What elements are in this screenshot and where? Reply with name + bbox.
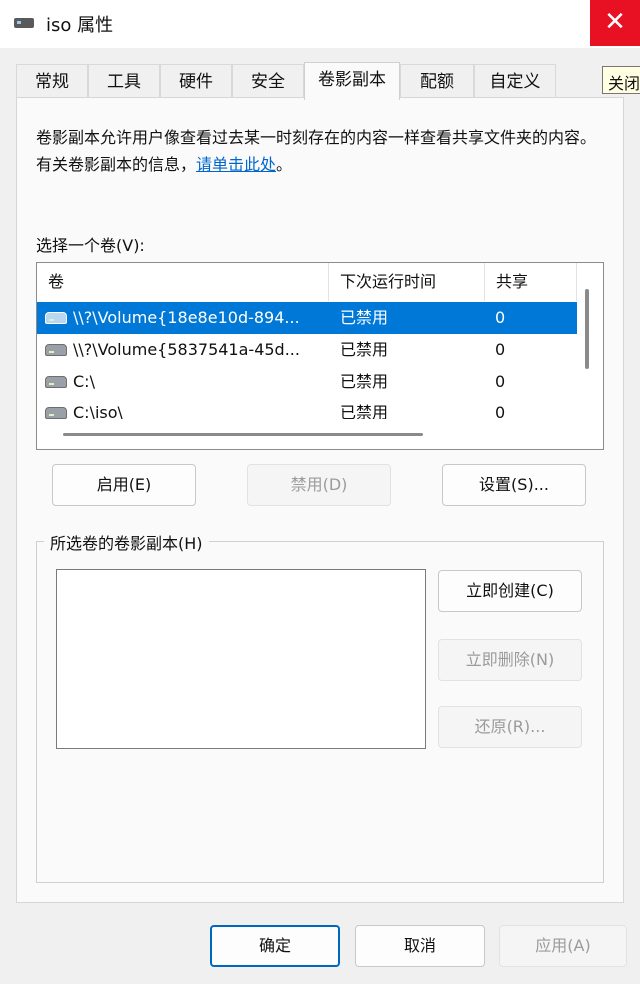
volume-row[interactable]: \\?\Volume{18e8e10d-894... 已禁用 0 [37, 302, 577, 334]
horizontal-scrollbar[interactable] [63, 433, 423, 436]
volume-row[interactable]: \\?\Volume{5837541a-45d... 已禁用 0 [37, 334, 577, 366]
vertical-scrollbar[interactable] [585, 289, 589, 369]
enable-button[interactable]: 启用(E) [52, 464, 196, 506]
ok-button[interactable]: 确定 [210, 925, 340, 967]
volume-name: C:\iso\ [73, 403, 123, 419]
tab-customize[interactable]: 自定义 [474, 64, 556, 98]
revert-button[interactable]: 还原(R)... [438, 706, 582, 748]
tab-hardware[interactable]: 硬件 [160, 64, 232, 98]
cancel-button[interactable]: 取消 [355, 925, 485, 967]
next-run-time: 已禁用 [340, 403, 389, 419]
drive-icon [45, 312, 67, 324]
description: 卷影副本允许用户像查看过去某一时刻存在的内容一样查看共享文件夹的内容。有关卷影副… [36, 124, 606, 178]
volume-name: C:\ [73, 372, 95, 391]
disable-button[interactable]: 禁用(D) [247, 464, 391, 506]
column-header-volume[interactable]: 卷 [37, 263, 329, 301]
volume-name: \\?\Volume{18e8e10d-894... [73, 308, 300, 327]
close-tooltip: 关闭 [602, 66, 640, 94]
description-text: 卷影副本允许用户像查看过去某一时刻存在的内容一样查看共享文件夹的内容。有关卷影副… [36, 128, 597, 174]
share-count: 0 [495, 372, 506, 391]
snapshots-group-title: 所选卷的卷影副本(H) [44, 530, 209, 554]
properties-window: iso 属性 ✕ 关闭 常规 工具 硬件 安全 卷影副本 配额 自定义 卷影副本… [0, 0, 640, 984]
snapshot-list[interactable] [56, 569, 426, 749]
column-header-next-run[interactable]: 下次运行时间 [329, 263, 485, 301]
drive-icon [14, 18, 34, 28]
volume-list[interactable]: 卷 下次运行时间 共享 \\?\Volume{18e8e10d-894... 已… [36, 262, 604, 450]
volume-name: \\?\Volume{5837541a-45d... [73, 340, 300, 359]
create-now-button[interactable]: 立即创建(C) [438, 570, 582, 612]
tab-general[interactable]: 常规 [16, 64, 88, 98]
window-title: iso 属性 [46, 15, 114, 36]
close-icon: ✕ [604, 7, 626, 37]
share-count: 0 [495, 340, 506, 359]
description-suffix: 。 [276, 155, 293, 174]
column-header-shares[interactable]: 共享 [485, 263, 577, 301]
next-run-time: 已禁用 [340, 340, 389, 359]
volume-list-header: 卷 下次运行时间 共享 [37, 263, 603, 301]
tab-tools[interactable]: 工具 [88, 64, 160, 98]
tab-shadow-copies[interactable]: 卷影副本 [304, 62, 400, 100]
drive-icon [45, 376, 67, 388]
close-button[interactable]: ✕ [590, 0, 640, 46]
next-run-time: 已禁用 [340, 372, 389, 391]
share-count: 0 [495, 308, 506, 327]
apply-button[interactable]: 应用(A) [499, 925, 627, 967]
drive-icon [45, 407, 67, 419]
volume-row[interactable]: C:\ 已禁用 0 [37, 366, 577, 398]
settings-button[interactable]: 设置(S)... [442, 464, 586, 506]
help-link[interactable]: 请单击此处 [196, 155, 276, 174]
drive-icon [45, 344, 67, 356]
share-count: 0 [495, 403, 506, 419]
tab-security[interactable]: 安全 [232, 64, 304, 98]
delete-now-button[interactable]: 立即删除(N) [438, 639, 582, 681]
title-bar: iso 属性 ✕ [0, 0, 640, 48]
volume-list-label: 选择一个卷(V): [36, 236, 145, 255]
volume-row[interactable]: C:\iso\ 已禁用 0 [37, 397, 577, 419]
next-run-time: 已禁用 [340, 308, 389, 327]
tab-quota[interactable]: 配额 [400, 64, 474, 98]
